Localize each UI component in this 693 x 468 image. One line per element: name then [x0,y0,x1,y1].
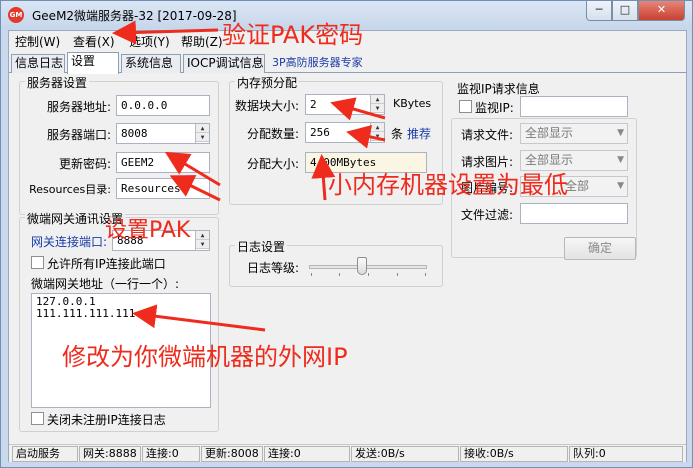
status-queue: 队列:0 [569,446,683,462]
slider-tick [397,273,398,276]
status-gateway-conn: 连接:0 [142,446,200,462]
spin-down-icon[interactable]: ▼ [196,133,209,142]
client-area: 控制(W) 查看(X) 选项(Y) 帮助(Z) 信息日志 设置 系统信息 IOC… [8,30,687,462]
status-update: 更新:8008 [201,446,263,462]
maximize-button[interactable]: □ [612,1,638,21]
window-title: GeeM2微端服务器-32 [2017-09-28] [32,9,237,23]
server-addr-input[interactable]: 0.0.0.0 [116,95,210,116]
file-filter-label: 文件过滤: [461,208,514,222]
app-window: GM GeeM2微端服务器-32 [2017-09-28] ─ □ ✕ 控制(W… [0,0,693,468]
server-port-spinner[interactable]: ▲ ▼ [195,124,209,143]
spin-up-icon[interactable]: ▲ [196,231,209,240]
server-addr-label: 服务器地址: [46,100,111,114]
block-size-unit: KBytes [393,97,432,110]
chevron-down-icon: ▼ [617,128,624,138]
server-settings-title: 服务器设置 [25,74,90,91]
alloc-count-label: 分配数量: [246,127,299,141]
gateway-port-label: 网关连接端口: [31,235,108,249]
gateway-port-spinner[interactable]: ▲ ▼ [195,231,209,250]
alloc-count-unit: 条 [391,127,404,141]
close-unreg-log-checkbox[interactable] [31,412,44,425]
tab-settings[interactable]: 设置 [67,52,119,74]
menu-options[interactable]: 选项(Y) [129,33,170,50]
spin-down-icon[interactable]: ▼ [196,240,209,249]
recommend-link[interactable]: 推荐 [407,125,431,142]
allow-all-ip-checkbox[interactable] [31,256,44,269]
slider-tick [311,273,312,276]
annotation-external-ip: 修改为你微端机器的外网IP [62,343,348,371]
chevron-down-icon: ▼ [617,181,624,191]
tab-info-log[interactable]: 信息日志 [11,54,65,73]
status-bar: 启动服务 网关:8888 连接:0 更新:8008 连接:0 发送:0B/s 接… [9,444,686,462]
slider-tick [339,273,340,276]
server-port-label: 服务器端口: [46,128,111,142]
monitor-ip-label: 监视IP: [475,101,514,115]
block-size-spinner[interactable]: ▲ ▼ [370,95,384,114]
update-pwd-label: 更新密码: [58,157,111,171]
chevron-down-icon: ▼ [617,155,624,165]
alloc-count-input[interactable]: 256 ▲ ▼ [305,122,385,143]
settings-page: 服务器设置 服务器地址: 0.0.0.0 服务器端口: 8008 ▲ ▼ 更新密码… [9,73,686,443]
confirm-button[interactable]: 确定 [564,237,636,260]
allow-all-ip-label: 允许所有IP连接此端口 [47,257,166,271]
resources-dir-label: Resources目录: [29,183,111,196]
tab-strip: 信息日志 设置 系统信息 IOCP调试信息 3P高防服务器专家 [9,52,686,74]
status-update-conn: 连接:0 [264,446,350,462]
spin-up-icon[interactable]: ▲ [371,95,384,104]
minimize-button[interactable]: ─ [586,1,612,21]
slider-tick [425,273,426,276]
monitor-ip-input[interactable] [520,96,628,117]
resources-dir-input[interactable]: Resources [116,178,210,199]
req-img-label: 请求图片: [461,155,514,169]
menu-help[interactable]: 帮助(Z) [181,33,223,50]
log-level-thumb[interactable] [357,257,368,275]
spin-down-icon[interactable]: ▼ [371,132,384,141]
block-size-value: 2 [310,98,317,111]
server-port-input[interactable]: 8008 ▲ ▼ [116,123,210,144]
spin-up-icon[interactable]: ▲ [371,123,384,132]
gateway-addr-label: 微端网关地址（一行一个）: [31,277,180,291]
tab-link-3p[interactable]: 3P高防服务器专家 [269,54,379,73]
alloc-count-value: 256 [310,126,330,139]
annotation-pak-password: 验证PAK密码 [222,21,364,49]
menu-view[interactable]: 查看(X) [73,33,115,50]
update-pwd-input[interactable]: GEEM2 [116,152,210,173]
req-file-label: 请求文件: [461,128,514,142]
app-logo-icon: GM [8,7,24,23]
tab-system-info[interactable]: 系统信息 [121,54,181,73]
status-send: 发送:0B/s [351,446,459,462]
alloc-size-label: 分配大小: [246,157,299,171]
close-unreg-log-label: 关闭未注册IP连接日志 [47,413,166,427]
block-size-label: 数据块大小: [235,99,300,113]
memory-title: 内存预分配 [235,74,300,91]
annotation-set-pak: 设置PAK [105,218,191,243]
status-recv: 接收:0B/s [460,446,568,462]
status-start: 启动服务 [12,446,78,462]
status-gateway: 网关:8888 [79,446,141,462]
alloc-size-field: 4.00MBytes [305,152,427,173]
annotation-memory: 小内存机器设置为最低 [328,171,568,199]
alloc-count-spinner[interactable]: ▲ ▼ [370,123,384,142]
req-file-value: 全部显示 [525,126,574,140]
log-title: 日志设置 [235,238,288,255]
close-button[interactable]: ✕ [638,1,685,21]
monitor-title: 监视IP请求信息 [457,82,540,96]
log-level-track[interactable] [309,265,427,269]
block-size-input[interactable]: 2 ▲ ▼ [305,94,385,115]
gateway-addr-line: 111.111.111.111 [36,307,136,320]
spin-down-icon[interactable]: ▼ [371,104,384,113]
monitor-ip-checkbox[interactable] [459,100,472,113]
file-filter-input[interactable] [520,203,628,224]
log-level-label: 日志等级: [247,261,300,275]
req-img-select[interactable]: 全部显示 ▼ [520,150,628,171]
server-port-value: 8008 [121,127,148,140]
spin-up-icon[interactable]: ▲ [196,124,209,133]
slider-tick [368,273,369,276]
req-file-select[interactable]: 全部显示 ▼ [520,123,628,144]
req-img-value: 全部显示 [525,153,574,167]
tab-iocp-debug[interactable]: IOCP调试信息 [183,54,265,73]
menu-control[interactable]: 控制(W) [15,33,60,50]
